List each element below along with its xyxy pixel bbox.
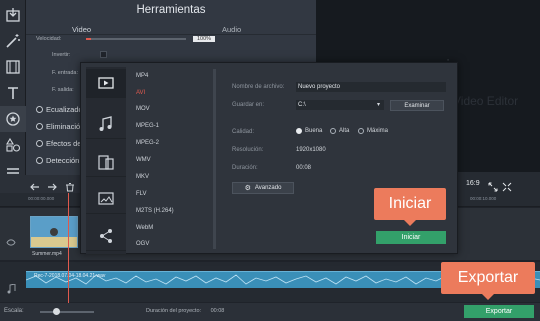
format-item[interactable]: MOV bbox=[136, 106, 150, 112]
import-icon[interactable] bbox=[0, 2, 26, 28]
quality-option-label: Alta bbox=[339, 128, 350, 134]
gear-icon: ⚙ bbox=[244, 185, 251, 192]
video-format-icon[interactable] bbox=[86, 69, 126, 98]
speed-value[interactable]: 100% bbox=[193, 36, 216, 42]
device-icon[interactable] bbox=[86, 148, 126, 177]
filmstrip-icon[interactable] bbox=[0, 54, 26, 80]
video-clip[interactable] bbox=[30, 216, 78, 248]
eye-icon[interactable] bbox=[6, 233, 16, 251]
speed-slider-fill bbox=[86, 38, 91, 40]
radio bbox=[36, 123, 43, 130]
format-item[interactable]: MPEG-2 bbox=[136, 140, 159, 146]
format-item[interactable]: M2TS (H.264) bbox=[136, 208, 174, 214]
watermark-subtitle: Video Editor bbox=[453, 94, 519, 108]
format-item[interactable]: MP4 bbox=[136, 73, 148, 79]
format-item[interactable]: OGV bbox=[136, 241, 149, 247]
export-button[interactable]: Exportar bbox=[464, 305, 534, 318]
format-item[interactable]: MKV bbox=[136, 174, 149, 180]
playhead[interactable] bbox=[68, 193, 69, 303]
radio bbox=[330, 128, 336, 134]
resolution-label: Resolución: bbox=[232, 147, 264, 153]
advanced-label: Avanzado bbox=[254, 185, 282, 191]
speed-label: Velocidad: bbox=[36, 36, 62, 42]
quality-label: Calidad: bbox=[232, 129, 255, 135]
scale-label: Escala: bbox=[4, 308, 24, 314]
fade-in-label: F. entrada: bbox=[52, 70, 78, 76]
panel-title: Herramientas bbox=[136, 4, 206, 16]
tick-label: 00:00:00.000 bbox=[28, 196, 55, 201]
scale-slider-knob[interactable] bbox=[52, 308, 60, 315]
quality-option-good[interactable]: Buena bbox=[296, 128, 322, 134]
invert-checkbox[interactable] bbox=[100, 51, 107, 58]
start-button[interactable]: Iniciar bbox=[376, 231, 446, 244]
project-duration: Duración del proyecto: 00:08 bbox=[146, 308, 224, 314]
resolution-value: 1920x1080 bbox=[296, 147, 326, 153]
music-icon bbox=[7, 281, 16, 299]
scale-slider[interactable] bbox=[40, 311, 94, 313]
format-scrollbar[interactable] bbox=[213, 69, 216, 249]
duration-label: Duración del proyecto: bbox=[146, 308, 202, 314]
radio bbox=[36, 140, 43, 147]
tab-divider bbox=[26, 34, 316, 35]
tab-audio[interactable]: Audio bbox=[222, 25, 241, 34]
quality-option-label: Máxima bbox=[367, 128, 389, 134]
share-icon[interactable] bbox=[86, 222, 126, 251]
filename-input[interactable]: Nuevo proyecto bbox=[296, 82, 446, 92]
audio-clip-name: Rec-7-2018.07.04-18.04.21.wav bbox=[34, 273, 106, 279]
sticker-icon[interactable] bbox=[0, 106, 26, 132]
invert-label: Invertir: bbox=[52, 52, 71, 58]
tab-video[interactable]: Video bbox=[72, 25, 91, 34]
audio-format-icon[interactable] bbox=[86, 110, 126, 139]
magic-wand-icon[interactable] bbox=[0, 28, 26, 54]
radio-selected bbox=[296, 128, 302, 134]
effect-equalizer[interactable]: Ecualizador bbox=[36, 105, 85, 114]
browse-button[interactable]: Examinar bbox=[390, 100, 444, 111]
radio bbox=[358, 128, 364, 134]
quality-option-label: Buena bbox=[305, 128, 323, 134]
text-icon[interactable] bbox=[0, 80, 26, 106]
speed-slider[interactable] bbox=[86, 38, 186, 40]
gif-icon[interactable] bbox=[86, 185, 126, 214]
dialog-duration-value: 00:08 bbox=[296, 165, 312, 171]
filename-label: Nombre de archivo: bbox=[232, 84, 285, 90]
aspect-ratio[interactable]: 16:9 bbox=[466, 180, 480, 187]
dialog-duration-label: Duración: bbox=[232, 165, 258, 171]
quality-option-high[interactable]: Alta bbox=[330, 128, 349, 134]
tick-label: 00:00:10.000 bbox=[470, 196, 497, 201]
advanced-button[interactable]: ⚙ Avanzado bbox=[232, 182, 294, 194]
format-item[interactable]: MPEG-1 bbox=[136, 123, 159, 129]
save-label: Guardar en: bbox=[232, 102, 265, 108]
fade-out-label: F. salida: bbox=[52, 87, 74, 93]
duration-value: 00:08 bbox=[210, 308, 225, 314]
shapes-icon[interactable] bbox=[0, 132, 26, 158]
callout-export: Exportar bbox=[441, 262, 535, 300]
chevron-down-icon[interactable]: ▾ bbox=[377, 101, 380, 108]
format-item[interactable]: AVI bbox=[136, 90, 145, 96]
tool-strip bbox=[0, 0, 26, 190]
clip-name: Summer.mp4 bbox=[32, 251, 62, 257]
save-path-select[interactable]: C:\ bbox=[296, 100, 384, 110]
radio bbox=[36, 157, 43, 164]
callout-start: Iniciar bbox=[374, 188, 446, 226]
quality-option-max[interactable]: Máxima bbox=[358, 128, 388, 134]
radio bbox=[36, 106, 43, 113]
format-item[interactable]: FLV bbox=[136, 191, 147, 197]
format-item[interactable]: WebM bbox=[136, 225, 153, 231]
format-item[interactable]: WMV bbox=[136, 157, 151, 163]
